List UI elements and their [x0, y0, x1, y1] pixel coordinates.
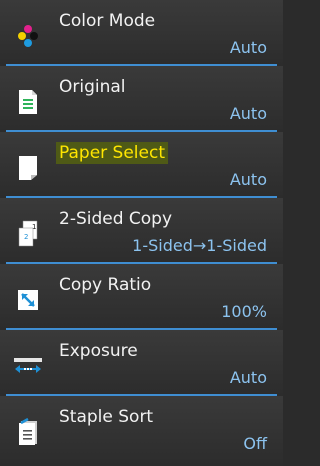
svg-text:2: 2: [24, 233, 28, 241]
exposure-icon: [13, 352, 43, 380]
setting-label: Staple Sort: [59, 407, 154, 427]
setting-exposure[interactable]: Exposure Auto: [0, 330, 283, 396]
paper-icon: [16, 154, 40, 182]
setting-value: Auto: [229, 38, 267, 57]
svg-text:1: 1: [32, 223, 36, 231]
setting-value: 1-Sided→1-Sided: [132, 236, 267, 255]
setting-label: Exposure: [59, 341, 138, 361]
setting-value: Auto: [229, 170, 267, 189]
two-sided-icon: 1 2: [16, 220, 40, 248]
setting-value: Auto: [229, 368, 267, 387]
setting-color-mode[interactable]: Color Mode Auto: [0, 0, 283, 66]
copy-settings-panel: Color Mode Auto Original Auto Paper Sele…: [0, 0, 283, 466]
setting-staple-sort[interactable]: Staple Sort Off: [0, 396, 283, 466]
setting-label: Copy Ratio: [59, 275, 152, 295]
setting-label: Color Mode: [59, 11, 156, 31]
setting-copy-ratio[interactable]: Copy Ratio 100%: [0, 264, 283, 330]
original-icon: [16, 88, 40, 116]
setting-label: Paper Select: [56, 142, 168, 164]
setting-label: Original: [59, 77, 126, 97]
setting-value: Auto: [229, 104, 267, 123]
copy-ratio-icon: [16, 286, 40, 314]
setting-2-sided-copy[interactable]: 1 2 2-Sided Copy 1-Sided→1-Sided: [0, 198, 283, 264]
staple-sort-icon: [16, 417, 40, 446]
color-mode-icon: [16, 22, 40, 50]
setting-original[interactable]: Original Auto: [0, 66, 283, 132]
setting-label: 2-Sided Copy: [59, 209, 173, 229]
setting-value: Off: [243, 434, 267, 453]
setting-paper-select[interactable]: Paper Select Auto: [0, 132, 283, 198]
setting-value: 100%: [221, 302, 267, 321]
